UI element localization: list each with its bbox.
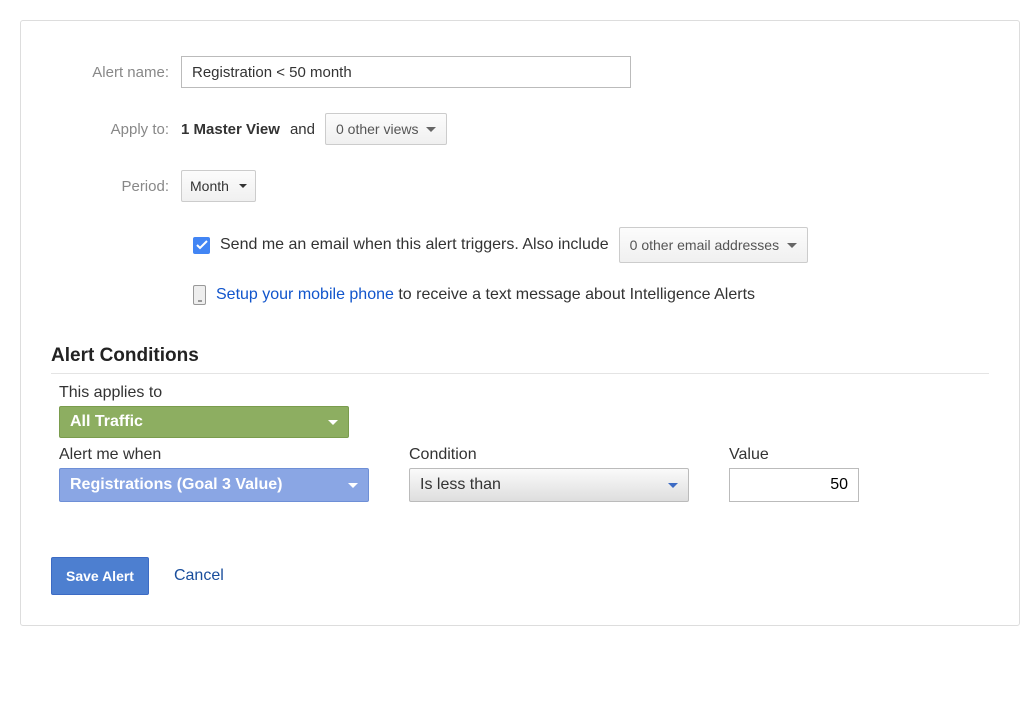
condition-value: Is less than [420, 476, 501, 494]
alert-name-label: Alert name: [51, 64, 181, 81]
other-views-dropdown[interactable]: 0 other views [325, 113, 447, 145]
applies-to-label: This applies to [59, 384, 989, 402]
apply-to-label: Apply to: [51, 121, 181, 138]
applies-to-value: All Traffic [70, 413, 143, 431]
alert-name-input[interactable] [181, 56, 631, 88]
period-dropdown[interactable]: Month [181, 170, 256, 202]
caret-down-icon [426, 127, 436, 132]
other-emails-dropdown[interactable]: 0 other email addresses [619, 227, 808, 263]
caret-down-icon [668, 483, 678, 488]
alert-name-row: Alert name: [51, 56, 989, 88]
save-alert-button[interactable]: Save Alert [51, 557, 149, 595]
caret-down-icon [239, 184, 247, 188]
period-value: Month [190, 178, 229, 194]
mobile-phone-icon [193, 285, 206, 305]
checkmark-icon [196, 240, 208, 250]
alert-me-value: Registrations (Goal 3 Value) [70, 476, 283, 494]
email-checkbox[interactable] [193, 237, 210, 254]
mobile-setup-link[interactable]: Setup your mobile phone [216, 286, 394, 303]
alert-form-panel: Alert name: Apply to: 1 Master View and … [20, 20, 1020, 626]
other-views-value: 0 other views [336, 121, 418, 137]
other-emails-value: 0 other email addresses [630, 237, 779, 253]
divider [51, 373, 989, 374]
email-checkbox-text: Send me an email when this alert trigger… [220, 236, 609, 254]
condition-label: Condition [409, 446, 689, 464]
mobile-setup-row: Setup your mobile phone to receive a tex… [193, 285, 989, 305]
mobile-setup-suffix: to receive a text message about Intellig… [398, 286, 755, 303]
caret-down-icon [787, 243, 797, 248]
period-row: Period: Month [51, 170, 989, 202]
value-label: Value [729, 446, 859, 464]
button-row: Save Alert Cancel [51, 557, 989, 595]
alert-conditions-heading: Alert Conditions [51, 345, 989, 367]
period-label: Period: [51, 178, 181, 195]
apply-to-and: and [290, 121, 315, 138]
value-input[interactable] [729, 468, 859, 502]
email-checkbox-row: Send me an email when this alert trigger… [193, 227, 989, 263]
apply-to-view-name: 1 Master View [181, 121, 280, 138]
alert-me-label: Alert me when [59, 446, 369, 464]
applies-to-dropdown[interactable]: All Traffic [59, 406, 349, 438]
apply-to-row: Apply to: 1 Master View and 0 other view… [51, 113, 989, 145]
alert-me-dropdown[interactable]: Registrations (Goal 3 Value) [59, 468, 369, 502]
caret-down-icon [328, 420, 338, 425]
condition-dropdown[interactable]: Is less than [409, 468, 689, 502]
cancel-link[interactable]: Cancel [174, 567, 224, 585]
caret-down-icon [348, 483, 358, 488]
